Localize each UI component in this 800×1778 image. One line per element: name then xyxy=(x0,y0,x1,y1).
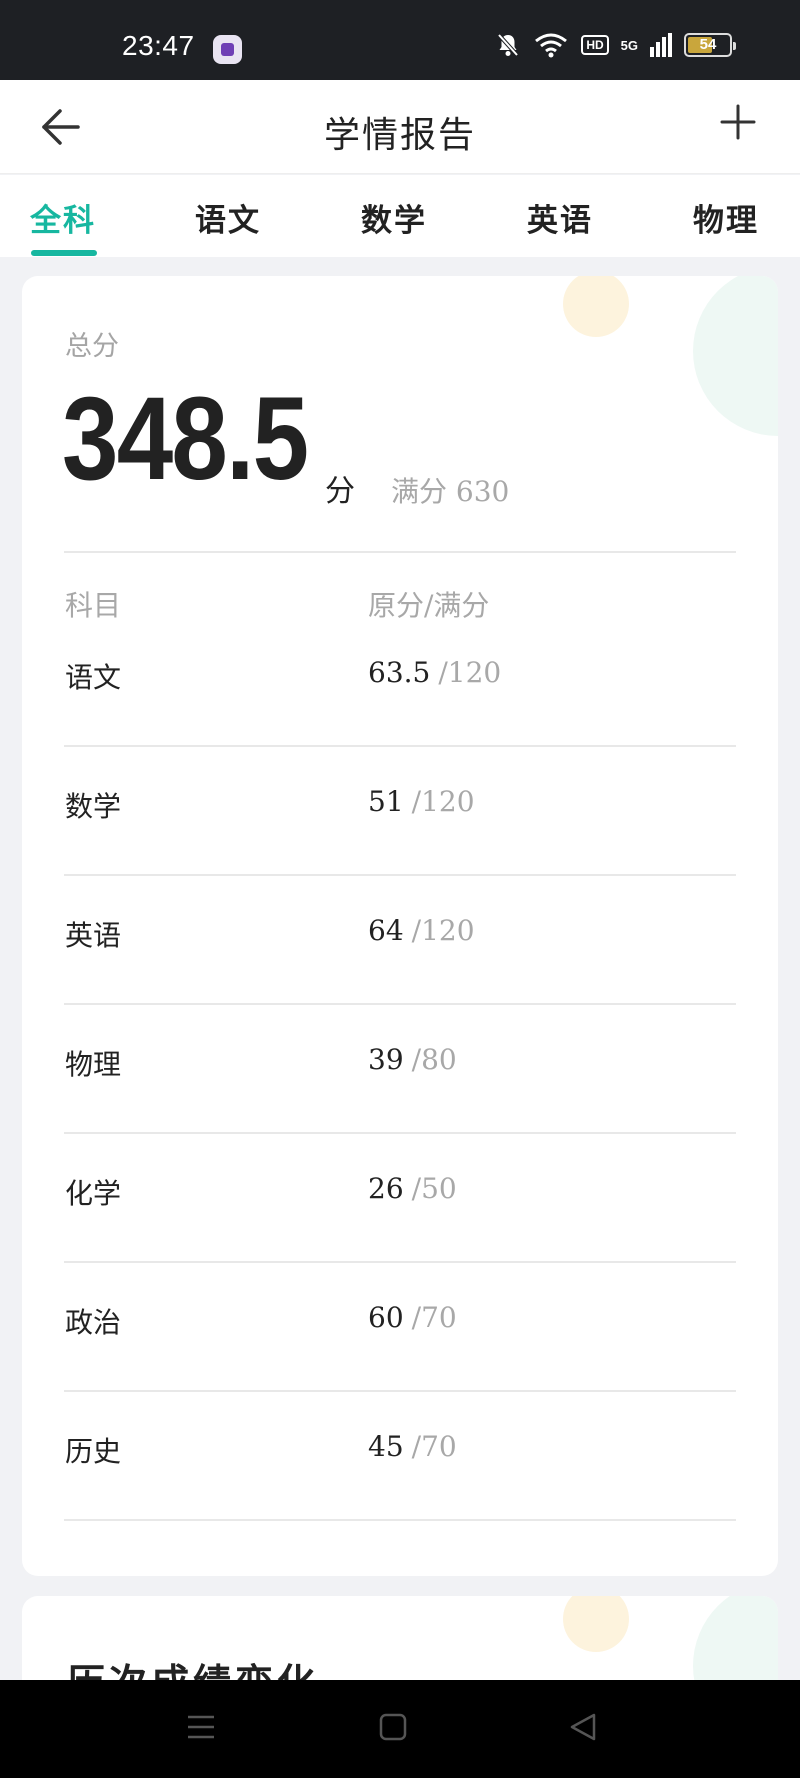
subject-name: 历史 xyxy=(65,1435,122,1468)
subject-score: 64/120 xyxy=(368,914,475,947)
score-full: /50 xyxy=(411,1172,457,1205)
tab-math[interactable]: 数学 xyxy=(361,195,427,240)
subject-name: 英语 xyxy=(65,919,122,952)
table-row[interactable]: 政治 60/70 xyxy=(22,1301,778,1431)
decorative-circle xyxy=(693,276,778,436)
wifi-icon xyxy=(535,33,568,58)
table-row[interactable]: 化学 26/50 xyxy=(22,1172,778,1302)
score-value: 64 xyxy=(368,914,404,947)
decorative-circle xyxy=(563,276,629,337)
table-row[interactable]: 英语 64/120 xyxy=(22,914,778,1044)
score-full: /120 xyxy=(411,785,475,818)
score-full: /120 xyxy=(438,656,502,689)
column-header-subject: 科目 xyxy=(65,589,122,622)
subject-name: 化学 xyxy=(65,1177,122,1210)
divider xyxy=(64,1390,736,1392)
page-title: 学情报告 xyxy=(323,115,476,156)
score-unit: 分 xyxy=(325,474,355,509)
app-bar: 学情报告 xyxy=(0,80,800,174)
table-row[interactable]: 物理 39/80 xyxy=(22,1043,778,1173)
plus-icon[interactable] xyxy=(718,102,758,142)
subject-score: 63.5/120 xyxy=(368,656,501,689)
menu-icon[interactable] xyxy=(186,1712,216,1742)
battery-level: 54 xyxy=(699,36,717,53)
score-value: 26 xyxy=(368,1172,404,1205)
score-value: 39 xyxy=(368,1043,404,1076)
active-tab-indicator xyxy=(31,250,97,256)
subject-name: 语文 xyxy=(65,661,122,694)
divider xyxy=(64,874,736,876)
subject-name: 物理 xyxy=(65,1048,122,1081)
score-full: /70 xyxy=(411,1301,457,1334)
full-mark: 满分 630 xyxy=(391,475,510,508)
subject-score: 39/80 xyxy=(368,1043,457,1076)
divider xyxy=(64,1003,736,1005)
subject-tabs: 全科 语文 数学 英语 物理 xyxy=(0,175,800,257)
tab-all[interactable]: 全科 xyxy=(30,195,96,240)
status-indicators: HD 5G 54 xyxy=(495,32,736,58)
divider xyxy=(64,1261,736,1263)
table-row[interactable]: 历史 45/70 xyxy=(22,1430,778,1560)
total-score-label: 总分 xyxy=(65,331,119,362)
score-value: 60 xyxy=(368,1301,404,1334)
subject-score: 60/70 xyxy=(368,1301,457,1334)
score-full: /120 xyxy=(411,914,475,947)
system-nav-bar xyxy=(0,1680,800,1778)
tab-physics[interactable]: 物理 xyxy=(693,195,759,240)
tab-chinese[interactable]: 语文 xyxy=(195,195,261,240)
subject-score: 51/120 xyxy=(368,785,475,818)
network-type: 5G xyxy=(620,37,638,53)
score-value: 51 xyxy=(368,785,404,818)
score-full: /80 xyxy=(411,1043,457,1076)
subject-name: 政治 xyxy=(65,1306,122,1339)
hd-badge: HD xyxy=(581,35,609,55)
divider xyxy=(64,1132,736,1134)
subject-score: 45/70 xyxy=(368,1430,457,1463)
subject-score: 26/50 xyxy=(368,1172,457,1205)
score-full: /70 xyxy=(411,1430,457,1463)
divider xyxy=(64,745,736,747)
signal-icon xyxy=(650,33,672,57)
divider xyxy=(64,1519,736,1521)
score-value: 63.5 xyxy=(368,656,431,689)
divider xyxy=(64,551,736,553)
decorative-circle xyxy=(563,1596,629,1652)
app-notification-icon xyxy=(213,35,242,64)
score-card: 总分 348.5 分 满分 630 科目 原分/满分 语文 63.5/120 数… xyxy=(22,276,778,1576)
column-header-score: 原分/满分 xyxy=(368,589,490,622)
status-time: 23:47 xyxy=(122,30,195,61)
subject-name: 数学 xyxy=(65,790,122,823)
table-row[interactable]: 数学 51/120 xyxy=(22,785,778,915)
total-score-value: 348.5 xyxy=(62,373,309,505)
back-triangle-icon[interactable] xyxy=(568,1712,598,1742)
table-row[interactable]: 语文 63.5/120 xyxy=(22,656,778,786)
battery-indicator: 54 xyxy=(684,33,736,57)
notification-off-icon xyxy=(497,33,519,57)
tab-english[interactable]: 英语 xyxy=(527,195,593,240)
status-bar: 23:47 HD 5G 54 xyxy=(0,0,800,80)
score-value: 45 xyxy=(368,1430,404,1463)
home-icon[interactable] xyxy=(378,1712,408,1742)
